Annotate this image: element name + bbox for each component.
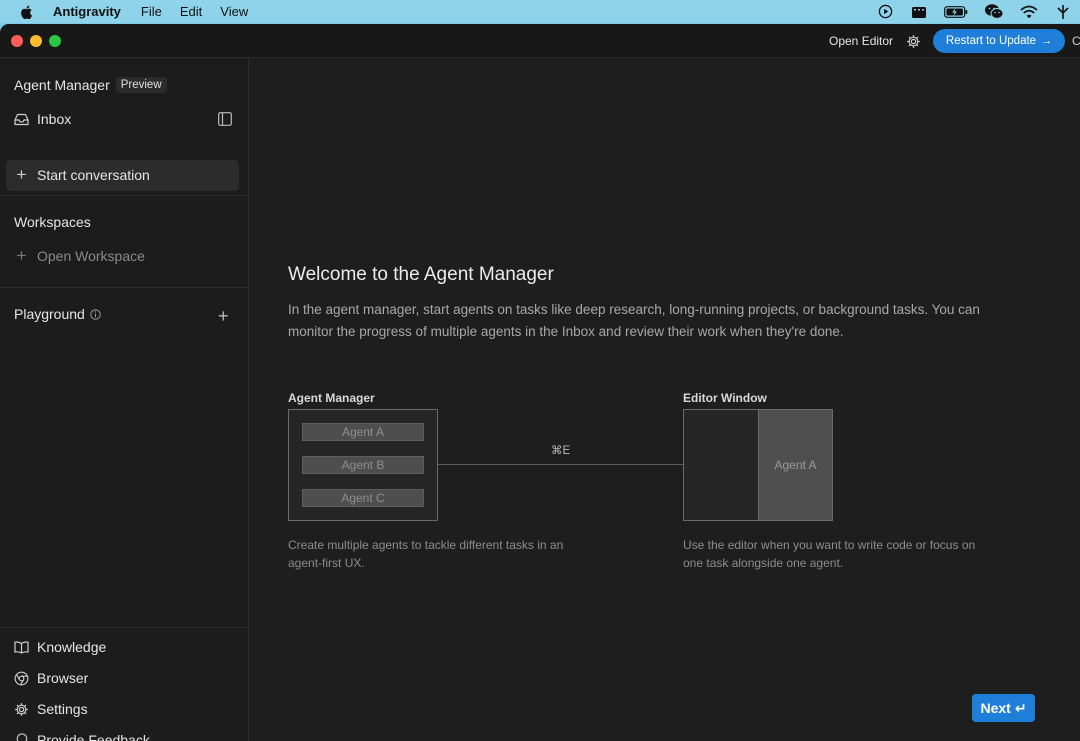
sidebar: Agent Manager Preview Inbox + Start conv… xyxy=(0,59,249,741)
sidebar-item-label: Inbox xyxy=(37,111,72,127)
next-label: Next xyxy=(980,700,1011,716)
wechat-icon[interactable] xyxy=(984,4,1004,20)
playground-heading[interactable]: Playground xyxy=(14,306,101,322)
agent-pill: Agent A xyxy=(302,423,424,441)
gear-icon[interactable] xyxy=(906,34,921,49)
open-editor-link[interactable]: Open Editor xyxy=(829,34,893,48)
apple-logo-icon[interactable] xyxy=(19,4,35,20)
truncated-text: C xyxy=(1072,34,1080,48)
sidebar-item-feedback[interactable]: Provide Feedback xyxy=(14,732,150,741)
editor-window-diagram: Agent A xyxy=(683,409,833,521)
zoom-window-button[interactable] xyxy=(49,35,61,47)
next-button[interactable]: Next ↵ xyxy=(972,694,1035,722)
status-area xyxy=(876,0,1080,23)
shortcut-label: ⌘E xyxy=(551,445,571,457)
open-workspace-button[interactable]: + Open Workspace xyxy=(14,246,145,265)
menu-edit[interactable]: Edit xyxy=(180,4,202,19)
divider xyxy=(0,195,248,196)
title-bar: Open Editor Restart to Update → C xyxy=(0,24,1080,58)
chrome-icon xyxy=(14,671,29,686)
diagram-editor-window-label: Editor Window xyxy=(683,391,767,405)
return-icon: ↵ xyxy=(1014,699,1027,716)
connector-line xyxy=(438,464,683,465)
editor-window-caption: Use the editor when you want to write co… xyxy=(683,538,976,570)
inbox-icon xyxy=(14,112,29,127)
plus-icon: + xyxy=(16,246,27,265)
info-icon[interactable] xyxy=(90,308,101,320)
agent-pill: Agent C xyxy=(302,489,424,507)
sidebar-item-inbox[interactable]: Inbox xyxy=(14,111,71,127)
menu-file[interactable]: File xyxy=(141,4,162,19)
divider xyxy=(0,287,248,288)
arrow-right-icon: → xyxy=(1041,35,1053,47)
macos-menu-bar: Antigravity File Edit View xyxy=(0,0,1080,23)
sidebar-item-settings[interactable]: Settings xyxy=(14,701,88,717)
sidebar-item-label: Provide Feedback xyxy=(37,732,150,741)
lightbulb-icon xyxy=(14,732,29,741)
sidebar-item-label: Browser xyxy=(37,670,89,686)
page-title: Welcome to the Agent Manager xyxy=(288,264,554,285)
agent-pill: Agent B xyxy=(302,456,424,474)
book-icon xyxy=(14,640,29,655)
sidebar-header: Agent Manager Preview xyxy=(14,77,167,93)
agent-manager-diagram: Agent A Agent B Agent C xyxy=(288,409,438,521)
app-window: Open Editor Restart to Update → C Agent … xyxy=(0,24,1080,741)
sidebar-title: Agent Manager xyxy=(14,77,110,93)
wifi-icon[interactable] xyxy=(1020,4,1038,20)
toggle-sidebar-icon[interactable] xyxy=(218,112,232,126)
clapperboard-icon[interactable] xyxy=(910,4,928,20)
restart-to-update-button[interactable]: Restart to Update → xyxy=(933,29,1065,53)
restart-label: Restart to Update xyxy=(945,35,1037,47)
start-conversation-row[interactable]: + Start conversation xyxy=(14,165,150,184)
editor-agent-pane: Agent A xyxy=(758,410,832,520)
agent-manager-caption: Create multiple agents to tackle differe… xyxy=(288,538,564,570)
sidebar-item-label: Settings xyxy=(37,701,88,717)
sidebar-item-label: Knowledge xyxy=(37,639,107,655)
antenna-icon[interactable] xyxy=(1054,4,1072,20)
menu-view[interactable]: View xyxy=(220,4,248,19)
main-content: Welcome to the Agent Manager In the agen… xyxy=(250,59,1080,741)
plus-icon: + xyxy=(16,165,27,184)
workspaces-title: Workspaces xyxy=(14,214,91,230)
sidebar-item-label: Start conversation xyxy=(37,167,150,183)
divider xyxy=(0,627,248,628)
battery-charging-icon[interactable] xyxy=(944,4,968,20)
close-window-button[interactable] xyxy=(11,35,23,47)
play-circle-icon[interactable] xyxy=(876,4,894,20)
sidebar-item-browser[interactable]: Browser xyxy=(14,670,88,686)
sidebar-item-knowledge[interactable]: Knowledge xyxy=(14,639,106,655)
minimize-window-button[interactable] xyxy=(30,35,42,47)
preview-badge: Preview xyxy=(115,77,167,93)
add-playground-button[interactable]: + xyxy=(218,306,229,327)
diagram-agent-manager-label: Agent Manager xyxy=(288,391,375,405)
workspaces-heading: Workspaces xyxy=(14,214,91,230)
playground-title: Playground xyxy=(14,306,85,322)
app-name-menu[interactable]: Antigravity xyxy=(53,4,121,19)
page-description: In the agent manager, start agents on ta… xyxy=(288,302,980,339)
sidebar-item-label: Open Workspace xyxy=(37,248,145,264)
gear-icon xyxy=(14,702,29,717)
